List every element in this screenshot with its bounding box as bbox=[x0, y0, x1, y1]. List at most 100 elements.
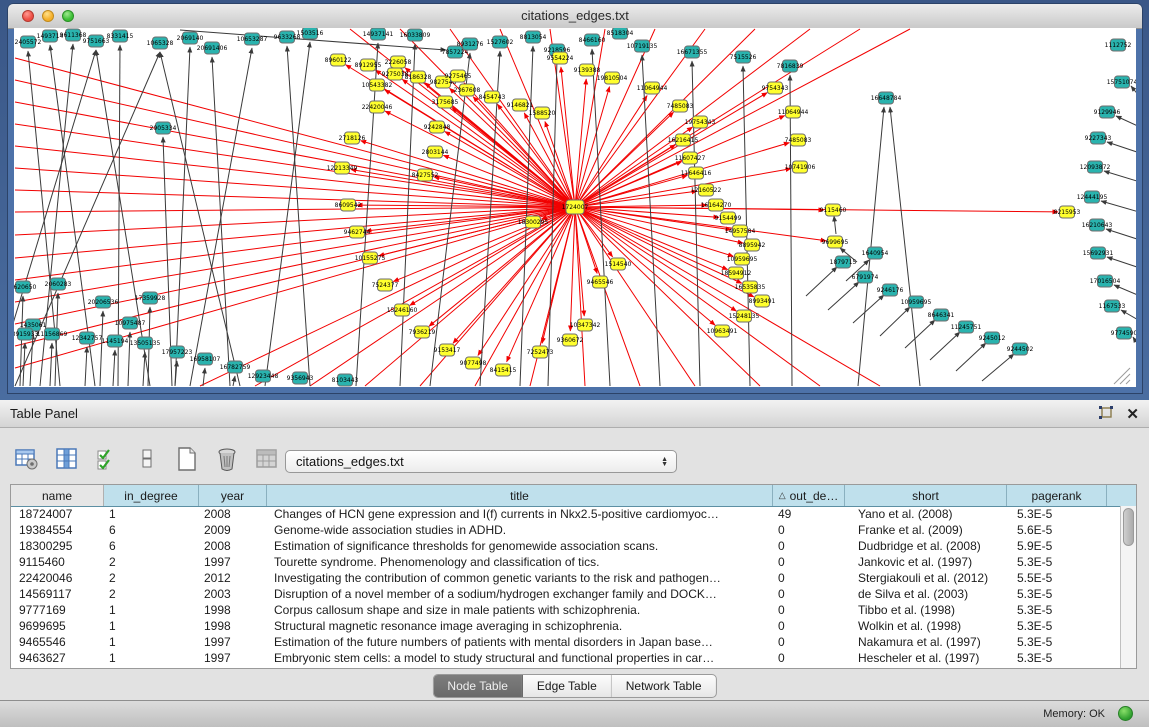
citation-edge-black[interactable] bbox=[212, 57, 230, 386]
citation-edge-black[interactable] bbox=[982, 354, 1014, 381]
table-cell: 9699695 bbox=[11, 619, 104, 633]
table-cell: 1 bbox=[104, 507, 199, 521]
citation-edge-black[interactable] bbox=[1121, 310, 1136, 321]
network-canvas[interactable]: 2405572149371496113689751663833141510653… bbox=[14, 28, 1136, 387]
citation-edge-black[interactable] bbox=[1107, 142, 1136, 153]
table-row[interactable]: 911546021997Tourette syndrome. Phenomeno… bbox=[11, 554, 1120, 570]
column-header-in-degree[interactable]: in_degree bbox=[104, 485, 199, 506]
citation-edge-red[interactable] bbox=[575, 207, 733, 256]
delete-column-icon[interactable] bbox=[214, 446, 240, 472]
close-panel-icon[interactable]: ✕ bbox=[1126, 407, 1139, 423]
table-row[interactable]: 977716911998Corpus callosum shape and si… bbox=[11, 602, 1120, 618]
citation-edge-black[interactable] bbox=[143, 352, 145, 386]
citation-edge-red[interactable] bbox=[575, 207, 1058, 212]
citation-edge-black[interactable] bbox=[1106, 229, 1136, 240]
table-row[interactable]: 1938455462009Genome-wide association stu… bbox=[11, 522, 1120, 538]
table-cell: 0 bbox=[773, 635, 845, 649]
network-window[interactable]: citations_edges.txt 24055721493714961136… bbox=[8, 4, 1142, 393]
citation-edge-black[interactable] bbox=[100, 311, 103, 386]
citation-edge-black[interactable] bbox=[956, 343, 986, 371]
citation-edge-red[interactable] bbox=[575, 207, 584, 316]
row-selection-icon[interactable] bbox=[94, 446, 120, 472]
citation-edge-black[interactable] bbox=[642, 55, 660, 386]
citation-edge-black[interactable] bbox=[930, 332, 960, 360]
network-view[interactable]: 2405572149371496113689751663833141510653… bbox=[14, 28, 1136, 387]
graph-node-label: 18300295 bbox=[518, 219, 549, 226]
table-row[interactable]: 1456911722003Disruption of a novel membe… bbox=[11, 586, 1120, 602]
column-header-title[interactable]: title bbox=[267, 485, 773, 506]
citation-edge-black[interactable] bbox=[233, 376, 235, 386]
table-select-dropdown[interactable]: citations_edges.txt ▲▼ bbox=[285, 450, 677, 473]
graph-node-label: 11607427 bbox=[675, 155, 706, 162]
network-window-titlebar[interactable]: citations_edges.txt bbox=[8, 4, 1142, 29]
graph-node-label: 8215953 bbox=[1054, 209, 1081, 216]
citation-edge-red[interactable] bbox=[453, 207, 575, 343]
citation-edge-black[interactable] bbox=[834, 216, 836, 234]
citation-edge-black[interactable] bbox=[853, 295, 884, 323]
table-row[interactable]: 969969511998Structural magnetic resonanc… bbox=[11, 618, 1120, 634]
table-row[interactable]: 946362711997Embryonic stem cells: a mode… bbox=[11, 650, 1120, 666]
table-vertical-scrollbar[interactable] bbox=[1120, 506, 1136, 668]
table-row[interactable]: 946554611997Estimation of the future num… bbox=[11, 634, 1120, 650]
column-header-out-degree[interactable]: △out_de… bbox=[773, 485, 845, 506]
citation-edge-black[interactable] bbox=[1104, 171, 1136, 182]
column-header-year[interactable]: year bbox=[199, 485, 267, 506]
citation-edge-red[interactable] bbox=[575, 207, 695, 386]
tab-network-table[interactable]: Network Table bbox=[612, 675, 716, 697]
citation-edge-black[interactable] bbox=[1131, 86, 1136, 97]
citation-edge-black[interactable] bbox=[287, 46, 310, 386]
tab-edge-table[interactable]: Edge Table bbox=[523, 675, 612, 697]
column-header-name[interactable]: name bbox=[11, 485, 104, 506]
citation-edge-black[interactable] bbox=[14, 50, 96, 340]
citation-edge-black[interactable] bbox=[806, 267, 837, 296]
citation-edge-red[interactable] bbox=[200, 207, 575, 386]
resize-grip-icon[interactable] bbox=[1114, 368, 1130, 384]
citation-edge-black[interactable] bbox=[175, 47, 190, 386]
table-settings-icon[interactable] bbox=[14, 446, 40, 472]
column-visibility-icon[interactable] bbox=[54, 446, 80, 472]
citation-edge-black[interactable] bbox=[356, 43, 378, 386]
graph-node-label: 1065328 bbox=[147, 40, 174, 47]
citation-edge-black[interactable] bbox=[113, 350, 115, 386]
citation-edge-black[interactable] bbox=[265, 42, 310, 386]
new-column-icon[interactable] bbox=[174, 446, 200, 472]
column-header-short[interactable]: short bbox=[845, 485, 1007, 506]
citation-edge-black[interactable] bbox=[880, 307, 910, 336]
citation-edge-black[interactable] bbox=[905, 320, 935, 348]
citation-edge-black[interactable] bbox=[1101, 201, 1136, 212]
citation-edge-black[interactable] bbox=[890, 107, 920, 386]
citation-edge-red[interactable] bbox=[15, 207, 575, 258]
table-panel-title: Table Panel bbox=[10, 406, 78, 421]
citation-edge-red[interactable] bbox=[475, 207, 575, 386]
citation-edge-black[interactable] bbox=[85, 347, 87, 386]
citation-edge-black[interactable] bbox=[1133, 337, 1136, 348]
table-row[interactable]: 1872400712008Changes of HCN gene express… bbox=[11, 506, 1120, 522]
citation-edge-red[interactable] bbox=[452, 108, 575, 207]
float-panel-icon[interactable] bbox=[1098, 405, 1114, 425]
table-row[interactable]: 2242004622012Investigating the contribut… bbox=[11, 570, 1120, 586]
citation-edge-black[interactable] bbox=[50, 343, 52, 386]
citation-edge-black[interactable] bbox=[1107, 257, 1136, 268]
graph-node-label: 8103443 bbox=[332, 377, 359, 384]
citation-edge-red[interactable] bbox=[570, 207, 575, 331]
citation-edge-red[interactable] bbox=[15, 58, 575, 207]
citation-edge-black[interactable] bbox=[20, 296, 23, 386]
citation-edge-black[interactable] bbox=[96, 50, 150, 386]
column-header-pagerank[interactable]: pagerank bbox=[1007, 485, 1107, 506]
citation-edge-black[interactable] bbox=[790, 75, 792, 386]
citation-edge-red[interactable] bbox=[575, 207, 736, 311]
citation-edge-black[interactable] bbox=[1116, 116, 1136, 127]
table-row[interactable]: 1830029562008Estimation of significance … bbox=[11, 538, 1120, 554]
citation-edge-black[interactable] bbox=[160, 52, 240, 386]
citation-edge-red[interactable] bbox=[15, 207, 575, 280]
graph-node-label: 9751663 bbox=[83, 38, 110, 45]
rows-icon[interactable] bbox=[134, 446, 160, 472]
graph-node-label: 8331415 bbox=[107, 33, 134, 40]
graph-node-label: 17016504 bbox=[1090, 278, 1121, 285]
scrollbar-thumb[interactable] bbox=[1123, 508, 1134, 546]
tab-node-table[interactable]: Node Table bbox=[433, 675, 523, 697]
citation-edge-black[interactable] bbox=[1114, 285, 1136, 296]
graph-node-label: 14937141 bbox=[363, 31, 394, 38]
table-cell: 9463627 bbox=[11, 651, 104, 665]
citation-edge-black[interactable] bbox=[828, 282, 859, 310]
